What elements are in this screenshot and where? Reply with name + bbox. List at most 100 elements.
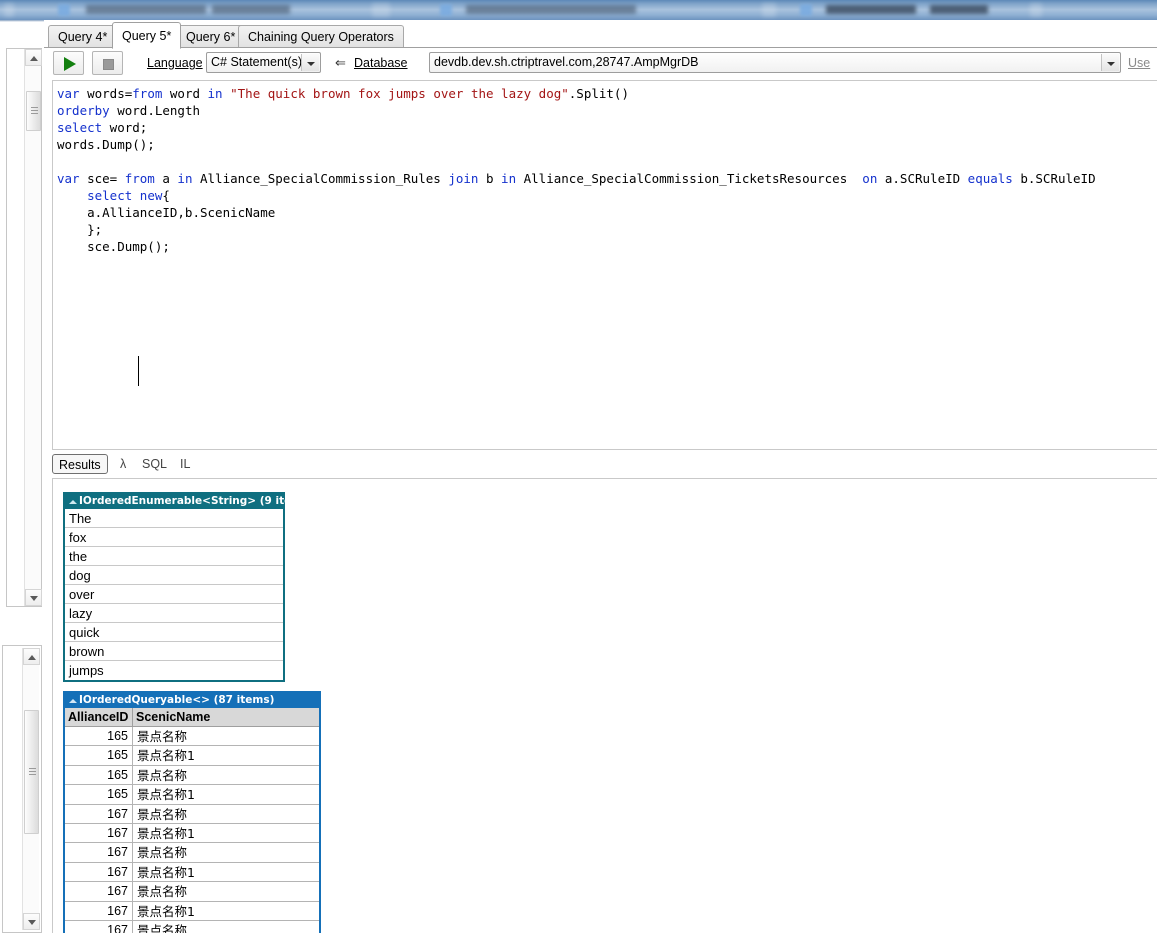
code-token: Alliance_SpecialCommission_Rules [192,171,449,186]
table-row[interactable]: 165 景点名称1 [65,785,319,805]
language-select[interactable]: C# Statement(s) [206,52,321,73]
table-row[interactable]: 167 景点名称 [65,804,319,824]
chevron-down-icon [30,596,38,601]
scroll-down-button[interactable] [25,589,42,606]
query-tab-strip: Query 4* Query 5* Query 6* Chaining Quer… [44,22,1157,49]
table-row[interactable]: 167 景点名称1 [65,823,319,844]
code-token: sce.Dump(); [57,239,170,254]
table-row[interactable]: 167 景点名称 [65,843,319,863]
code-line: var words=from word in "The quick brown … [57,85,1096,102]
tab-sql[interactable]: SQL [136,454,173,474]
results-grid-queryable-header[interactable]: IOrderedQueryable<> (87 items) [65,693,319,708]
database-select[interactable]: devdb.dev.sh.ctriptravel.com,28747.AmpMg… [429,52,1121,73]
tab-il-label: IL [180,457,191,471]
results-grid-queryable[interactable]: IOrderedQueryable<> (87 items) AllianceI… [63,691,321,933]
list-item[interactable]: lazy [65,604,283,623]
code-line: a.AllianceID,b.ScenicName [57,204,1096,221]
cell-scenicname: 景点名称 [137,845,188,861]
table-row[interactable]: 165 景点名称1 [65,746,319,766]
code-token: on [862,171,878,186]
scroll-up-button[interactable] [23,648,40,665]
scrollbar-trough[interactable] [25,66,41,589]
results-grid-queryable-title: IOrderedQueryable<> (87 items) [79,694,275,706]
code-editor[interactable]: var words=from word in "The quick brown … [52,80,1157,450]
language-select-value: C# Statement(s) [211,55,303,69]
code-token: join [448,171,479,186]
tab-query-6-label: Query 6* [186,30,236,44]
results-grid-strings-header[interactable]: IOrderedEnumerable<String> (9 items) [65,494,313,509]
code-token: b.SCRuleID [1012,171,1096,186]
database-label-text: Database [354,56,408,70]
results-grid-queryable-column-header: AllianceID ScenicName [65,708,319,727]
cell-scenicname: 景点名称 [137,884,188,900]
code-token: select [57,120,103,135]
chevron-down-icon[interactable] [301,54,319,71]
scroll-up-button[interactable] [25,49,42,66]
collapse-triangle-icon[interactable] [69,500,77,504]
linqpad-main-window: Query 4* Query 5* Query 6* Chaining Quer… [44,20,1157,933]
cell-allianceid: 167 [65,901,133,920]
stop-button[interactable] [92,51,123,75]
table-row[interactable]: 165 景点名称 [65,765,319,786]
list-item[interactable]: jumps [65,661,283,680]
language-label: Language [147,56,203,70]
left-pane-upper-scrollbar[interactable] [24,49,42,606]
scrollbar-thumb[interactable] [24,710,39,834]
table-row[interactable]: 165 景点名称 [65,727,319,747]
tab-query-5[interactable]: Query 5* [112,22,182,49]
cell-scenicname: 景点名称1 [137,903,195,919]
code-token: words= [79,86,133,101]
code-editor-text[interactable]: var words=from word in "The quick brown … [57,85,1096,255]
list-item[interactable]: dog [65,566,283,585]
code-token: { [162,188,170,203]
list-item[interactable]: brown [65,642,283,661]
tab-lambda[interactable]: λ [114,454,132,474]
code-token: var [57,171,80,186]
code-token: equals [967,171,1013,186]
tab-chaining-query-operators[interactable]: Chaining Query Operators [238,25,404,48]
list-item[interactable]: The [65,509,283,528]
column-header-scenicname[interactable]: ScenicName [133,708,319,726]
cell-allianceid: 165 [65,727,133,746]
cell-scenicname: 景点名称1 [137,825,195,841]
cell-allianceid: 167 [65,843,133,862]
chevron-down-icon [28,920,36,925]
left-pane-lower-scrollbar[interactable] [22,648,40,930]
scroll-down-button[interactable] [23,913,40,930]
code-token: in [207,86,223,101]
tab-query-6[interactable]: Query 6* [176,25,246,48]
database-back-arrow-icon[interactable]: ⇐ [335,55,346,71]
code-token: word.Length [109,103,200,118]
chevron-up-icon [28,655,36,660]
cell-allianceid: 167 [65,862,133,882]
results-panel[interactable]: IOrderedEnumerable<String> (9 items) The… [52,478,1157,933]
code-token: orderby [57,103,110,118]
collapse-triangle-icon[interactable] [69,699,77,703]
desktop-taskbar [0,0,1157,20]
use-link[interactable]: Use [1128,56,1150,70]
code-token: .Split() [568,86,629,101]
run-button[interactable] [53,51,84,75]
tab-il[interactable]: IL [174,454,196,474]
results-grid-strings[interactable]: IOrderedEnumerable<String> (9 items) The… [63,492,313,682]
chevron-down-icon[interactable] [1101,54,1119,71]
tab-query-4[interactable]: Query 4* [48,25,118,48]
tab-results[interactable]: Results [52,454,108,474]
cell-scenicname: 景点名称 [137,767,188,783]
table-row[interactable]: 167 景点名称 [65,882,319,902]
cell-scenicname: 景点名称 [137,922,188,933]
code-token: sce= [79,171,125,186]
list-item[interactable]: the [65,547,283,566]
list-item[interactable]: fox [65,528,283,547]
code-line: }; [57,221,1096,238]
table-row[interactable]: 167 景点名称1 [65,901,319,921]
scrollbar-thumb[interactable] [26,91,41,131]
list-item[interactable]: over [65,585,283,604]
column-header-allianceid[interactable]: AllianceID [65,708,133,726]
table-row[interactable]: 167 景点名称 [65,920,319,933]
list-item[interactable]: quick [65,623,283,642]
left-pane-lower [2,645,42,933]
table-row[interactable]: 167 景点名称1 [65,862,319,883]
code-token: a [154,171,178,186]
